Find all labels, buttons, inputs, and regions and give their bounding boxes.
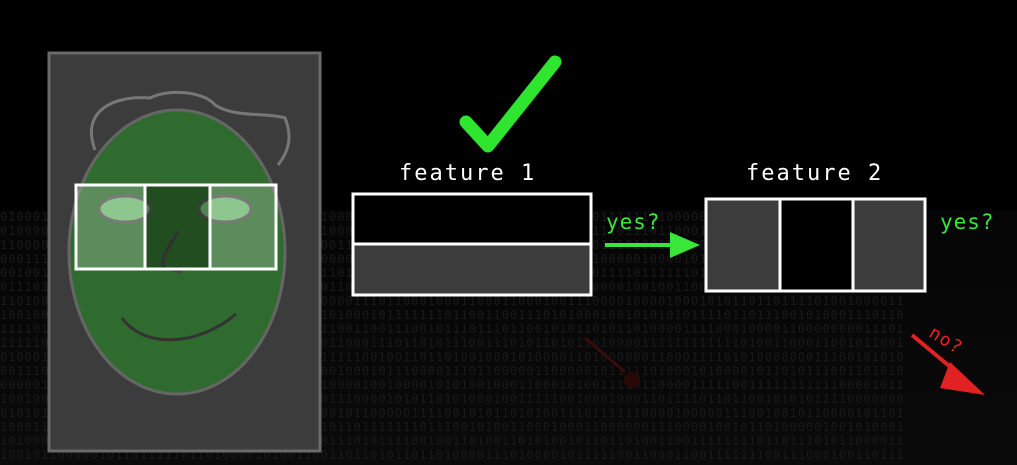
feature-1-top-rect [351, 192, 593, 246]
face-window-left [74, 183, 147, 271]
feature-2-left-rect [704, 197, 782, 293]
face-window-right [208, 183, 278, 271]
feature-2-label: feature 2 [746, 161, 884, 186]
checkmark-icon [459, 55, 562, 153]
feature-1-bottom-rect [351, 242, 593, 297]
feature-2-right-rect [851, 197, 927, 293]
feature-1-label: feature 1 [399, 161, 537, 186]
yes-label-1: yes? [606, 210, 661, 234]
faint-red-dot [624, 372, 640, 388]
face-window-middle [143, 183, 212, 271]
down-right-arrow-icon [940, 362, 985, 395]
yes-label-2: yes? [940, 210, 995, 234]
diagram-svg [47, 51, 985, 453]
feature-2-middle-rect [778, 197, 855, 293]
right-arrow-icon [670, 232, 700, 258]
diagram-canvas: 0100010110011000101000110010011001001001… [0, 0, 1017, 465]
faint-red-ghost [584, 336, 626, 374]
